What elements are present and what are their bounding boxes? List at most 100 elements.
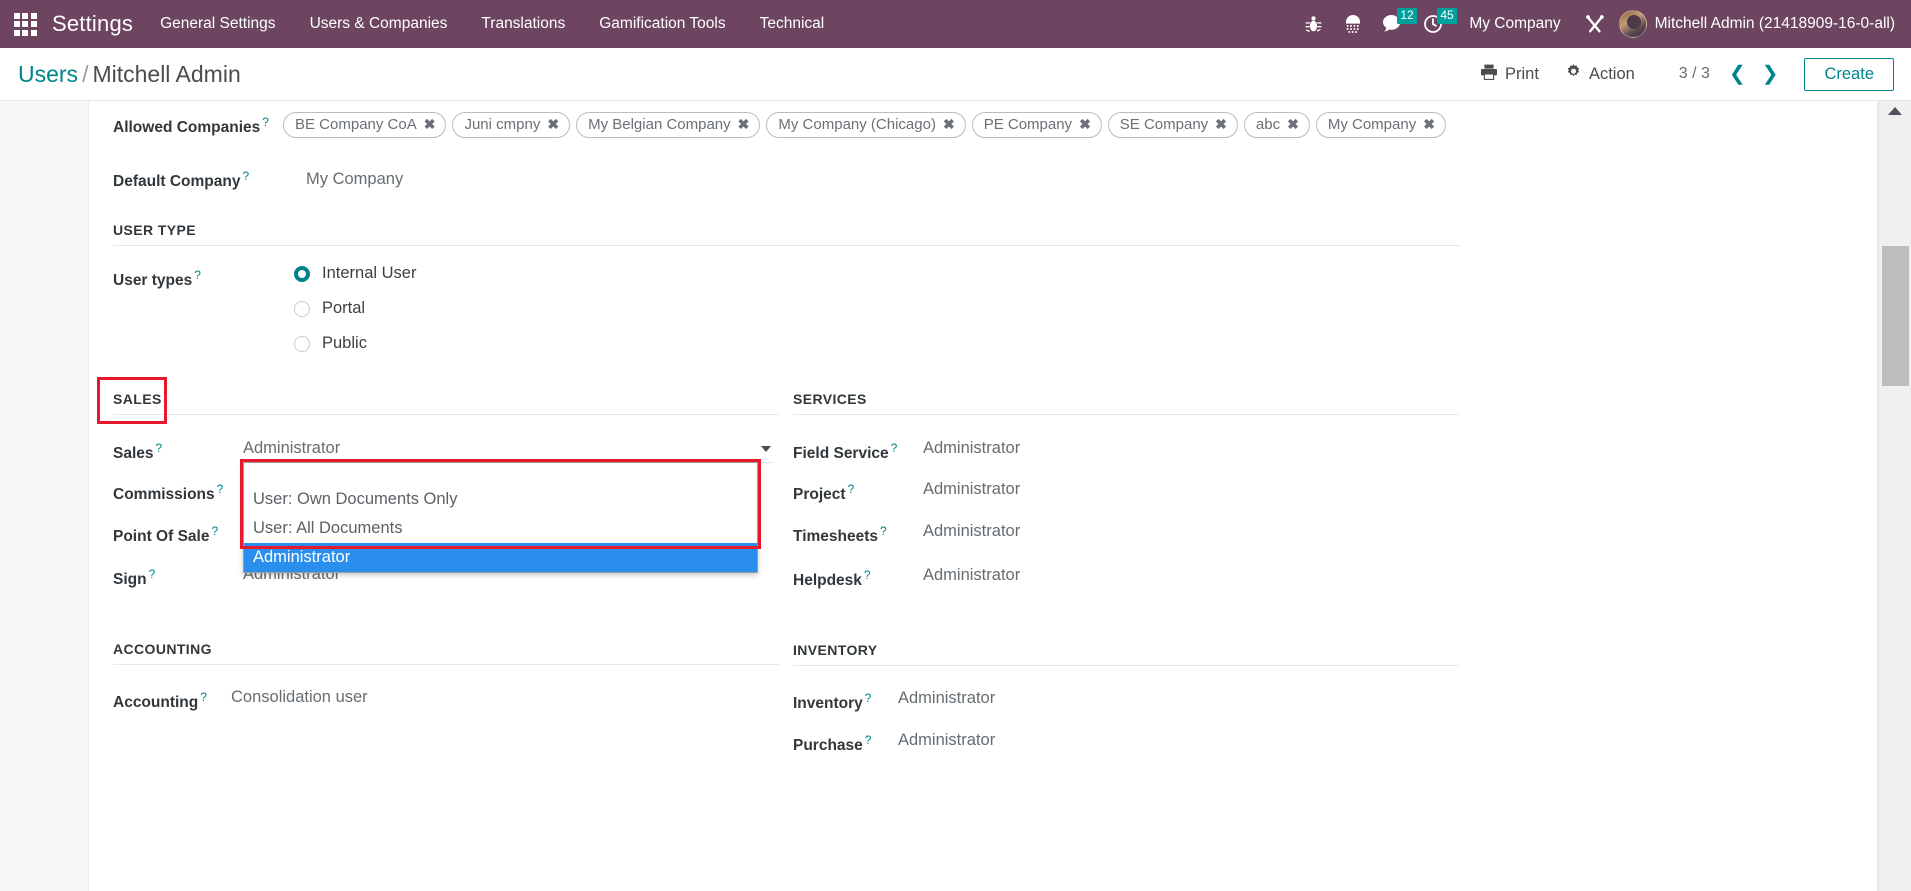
accounting-label: Accounting?: [113, 689, 207, 711]
user-types-row: User types? Internal User Portal Public: [113, 264, 1839, 353]
remove-tag-icon[interactable]: ✖: [943, 116, 955, 133]
sales-column: SALES Sales? Administrator User: Own Doc…: [97, 377, 779, 755]
help-tooltip-icon[interactable]: ?: [211, 524, 218, 538]
sales-select[interactable]: Administrator: [243, 439, 773, 464]
scrollbar-thumb[interactable]: [1882, 246, 1909, 386]
menu-translations[interactable]: Translations: [464, 0, 582, 48]
breadcrumb: Users / Mitchell Admin: [18, 61, 241, 88]
chevron-left-icon[interactable]: ❮: [1723, 64, 1752, 84]
breadcrumb-users-link[interactable]: Users: [18, 61, 78, 87]
help-tooltip-icon[interactable]: ?: [217, 482, 224, 496]
company-tag[interactable]: abc ✖: [1243, 112, 1310, 138]
help-tooltip-icon[interactable]: ?: [194, 268, 201, 282]
remove-tag-icon[interactable]: ✖: [547, 116, 559, 133]
form-sheet: Allowed Companies? BE Company CoA ✖ Juni …: [88, 101, 1878, 891]
radio-public[interactable]: Public: [294, 334, 416, 353]
user-types-label: User types?: [113, 268, 201, 290]
section-services: SERVICES: [793, 391, 1459, 416]
sales-select-value: Administrator: [243, 439, 341, 458]
help-tooltip-icon[interactable]: ?: [149, 567, 156, 581]
project-value[interactable]: Administrator: [923, 480, 1020, 499]
section-accounting: ACCOUNTING: [113, 641, 779, 665]
help-tooltip-icon[interactable]: ?: [200, 690, 207, 704]
timesheets-value[interactable]: Administrator: [923, 522, 1020, 541]
menu-technical[interactable]: Technical: [743, 0, 842, 48]
bug-icon[interactable]: [1293, 0, 1333, 48]
chevron-right-icon[interactable]: ❯: [1756, 64, 1785, 84]
remove-tag-icon[interactable]: ✖: [738, 116, 750, 133]
printer-icon: [1480, 64, 1498, 85]
sales-row: Sales? Administrator User: Own Documents…: [113, 439, 779, 574]
top-navbar: Settings General Settings Users & Compan…: [0, 0, 1911, 48]
messages-icon[interactable]: 12: [1373, 0, 1417, 48]
help-tooltip-icon[interactable]: ?: [156, 441, 163, 455]
default-company-value[interactable]: My Company: [283, 170, 403, 189]
company-tag[interactable]: Juni cmpny ✖: [452, 112, 571, 138]
remove-tag-icon[interactable]: ✖: [424, 116, 436, 133]
vertical-scrollbar[interactable]: [1878, 101, 1911, 891]
company-tag[interactable]: SE Company ✖: [1107, 112, 1238, 138]
company-tag[interactable]: My Company ✖: [1315, 112, 1446, 138]
company-tag[interactable]: PE Company ✖: [971, 112, 1102, 138]
scroll-up-arrow-icon[interactable]: [1888, 107, 1902, 115]
user-menu[interactable]: Mitchell Admin (21418909-16-0-all): [1615, 10, 1901, 38]
inventory-value[interactable]: Administrator: [898, 689, 995, 708]
section-inventory: INVENTORY: [793, 642, 1459, 666]
debug-assets-icon[interactable]: [1333, 0, 1373, 48]
help-tooltip-icon[interactable]: ?: [242, 169, 249, 183]
option-administrator[interactable]: Administrator: [244, 543, 757, 573]
sales-select-options[interactable]: User: Own Documents Only User: All Docum…: [243, 462, 758, 574]
accounting-row: Accounting? Consolidation user: [113, 688, 779, 712]
menu-general-settings[interactable]: General Settings: [143, 0, 292, 48]
print-button[interactable]: Print: [1467, 60, 1552, 89]
allowed-companies-row: Allowed Companies? BE Company CoA ✖ Juni …: [113, 101, 1839, 143]
field-service-label: Field Service?: [793, 441, 898, 463]
action-button[interactable]: Action: [1552, 59, 1648, 89]
menu-users-companies[interactable]: Users & Companies: [293, 0, 465, 48]
help-tooltip-icon[interactable]: ?: [865, 733, 872, 747]
remove-tag-icon[interactable]: ✖: [1079, 116, 1091, 133]
purchase-value[interactable]: Administrator: [898, 731, 995, 750]
activities-clock-icon[interactable]: 45: [1413, 0, 1457, 48]
help-tooltip-icon[interactable]: ?: [262, 115, 269, 129]
field-service-value[interactable]: Administrator: [923, 439, 1020, 458]
help-tooltip-icon[interactable]: ?: [865, 691, 872, 705]
option-user-all-documents[interactable]: User: All Documents: [244, 514, 757, 543]
control-panel-actions: Print Action 3 / 3 ❮ ❯ Create: [1467, 57, 1894, 91]
company-tag[interactable]: My Company (Chicago) ✖: [766, 112, 966, 138]
app-brand-settings[interactable]: Settings: [48, 11, 143, 37]
radio-mark-icon: [294, 265, 310, 282]
accounting-value[interactable]: Consolidation user: [231, 688, 368, 707]
company-switcher[interactable]: My Company: [1453, 15, 1574, 33]
radio-portal[interactable]: Portal: [294, 299, 416, 318]
help-tooltip-icon[interactable]: ?: [848, 482, 855, 496]
remove-tag-icon[interactable]: ✖: [1287, 116, 1299, 133]
remove-tag-icon[interactable]: ✖: [1423, 116, 1435, 133]
sales-group-head: SALES: [97, 377, 779, 425]
commissions-label: Commissions?: [113, 482, 224, 504]
section-sales: SALES: [113, 391, 779, 416]
remove-tag-icon[interactable]: ✖: [1215, 116, 1227, 133]
radio-mark-icon: [294, 300, 310, 317]
project-row: Project? Administrator: [793, 480, 1459, 504]
company-tag[interactable]: BE Company CoA ✖: [283, 112, 447, 138]
services-column: SERVICES Field Service? Administrator Pr…: [793, 391, 1459, 755]
company-tag[interactable]: My Belgian Company ✖: [576, 112, 761, 138]
chevron-down-icon[interactable]: [761, 445, 771, 452]
help-tooltip-icon[interactable]: ?: [880, 524, 887, 538]
radio-internal-user[interactable]: Internal User: [294, 264, 416, 283]
print-label: Print: [1505, 64, 1539, 83]
avatar: [1618, 10, 1647, 38]
help-tooltip-icon[interactable]: ?: [864, 568, 871, 582]
helpdesk-value[interactable]: Administrator: [923, 566, 1020, 585]
create-button[interactable]: Create: [1804, 57, 1894, 91]
menu-gamification-tools[interactable]: Gamification Tools: [582, 0, 742, 48]
apps-grid-icon[interactable]: [8, 7, 42, 41]
help-tooltip-icon[interactable]: ?: [891, 441, 898, 455]
wrench-screwdriver-icon[interactable]: [1575, 0, 1615, 48]
sales-label: Sales?: [113, 441, 163, 463]
helpdesk-label: Helpdesk?: [793, 567, 871, 589]
purchase-label: Purchase?: [793, 732, 872, 755]
breadcrumb-separator: /: [82, 60, 89, 87]
option-user-own-documents-only[interactable]: User: Own Documents Only: [244, 485, 757, 514]
